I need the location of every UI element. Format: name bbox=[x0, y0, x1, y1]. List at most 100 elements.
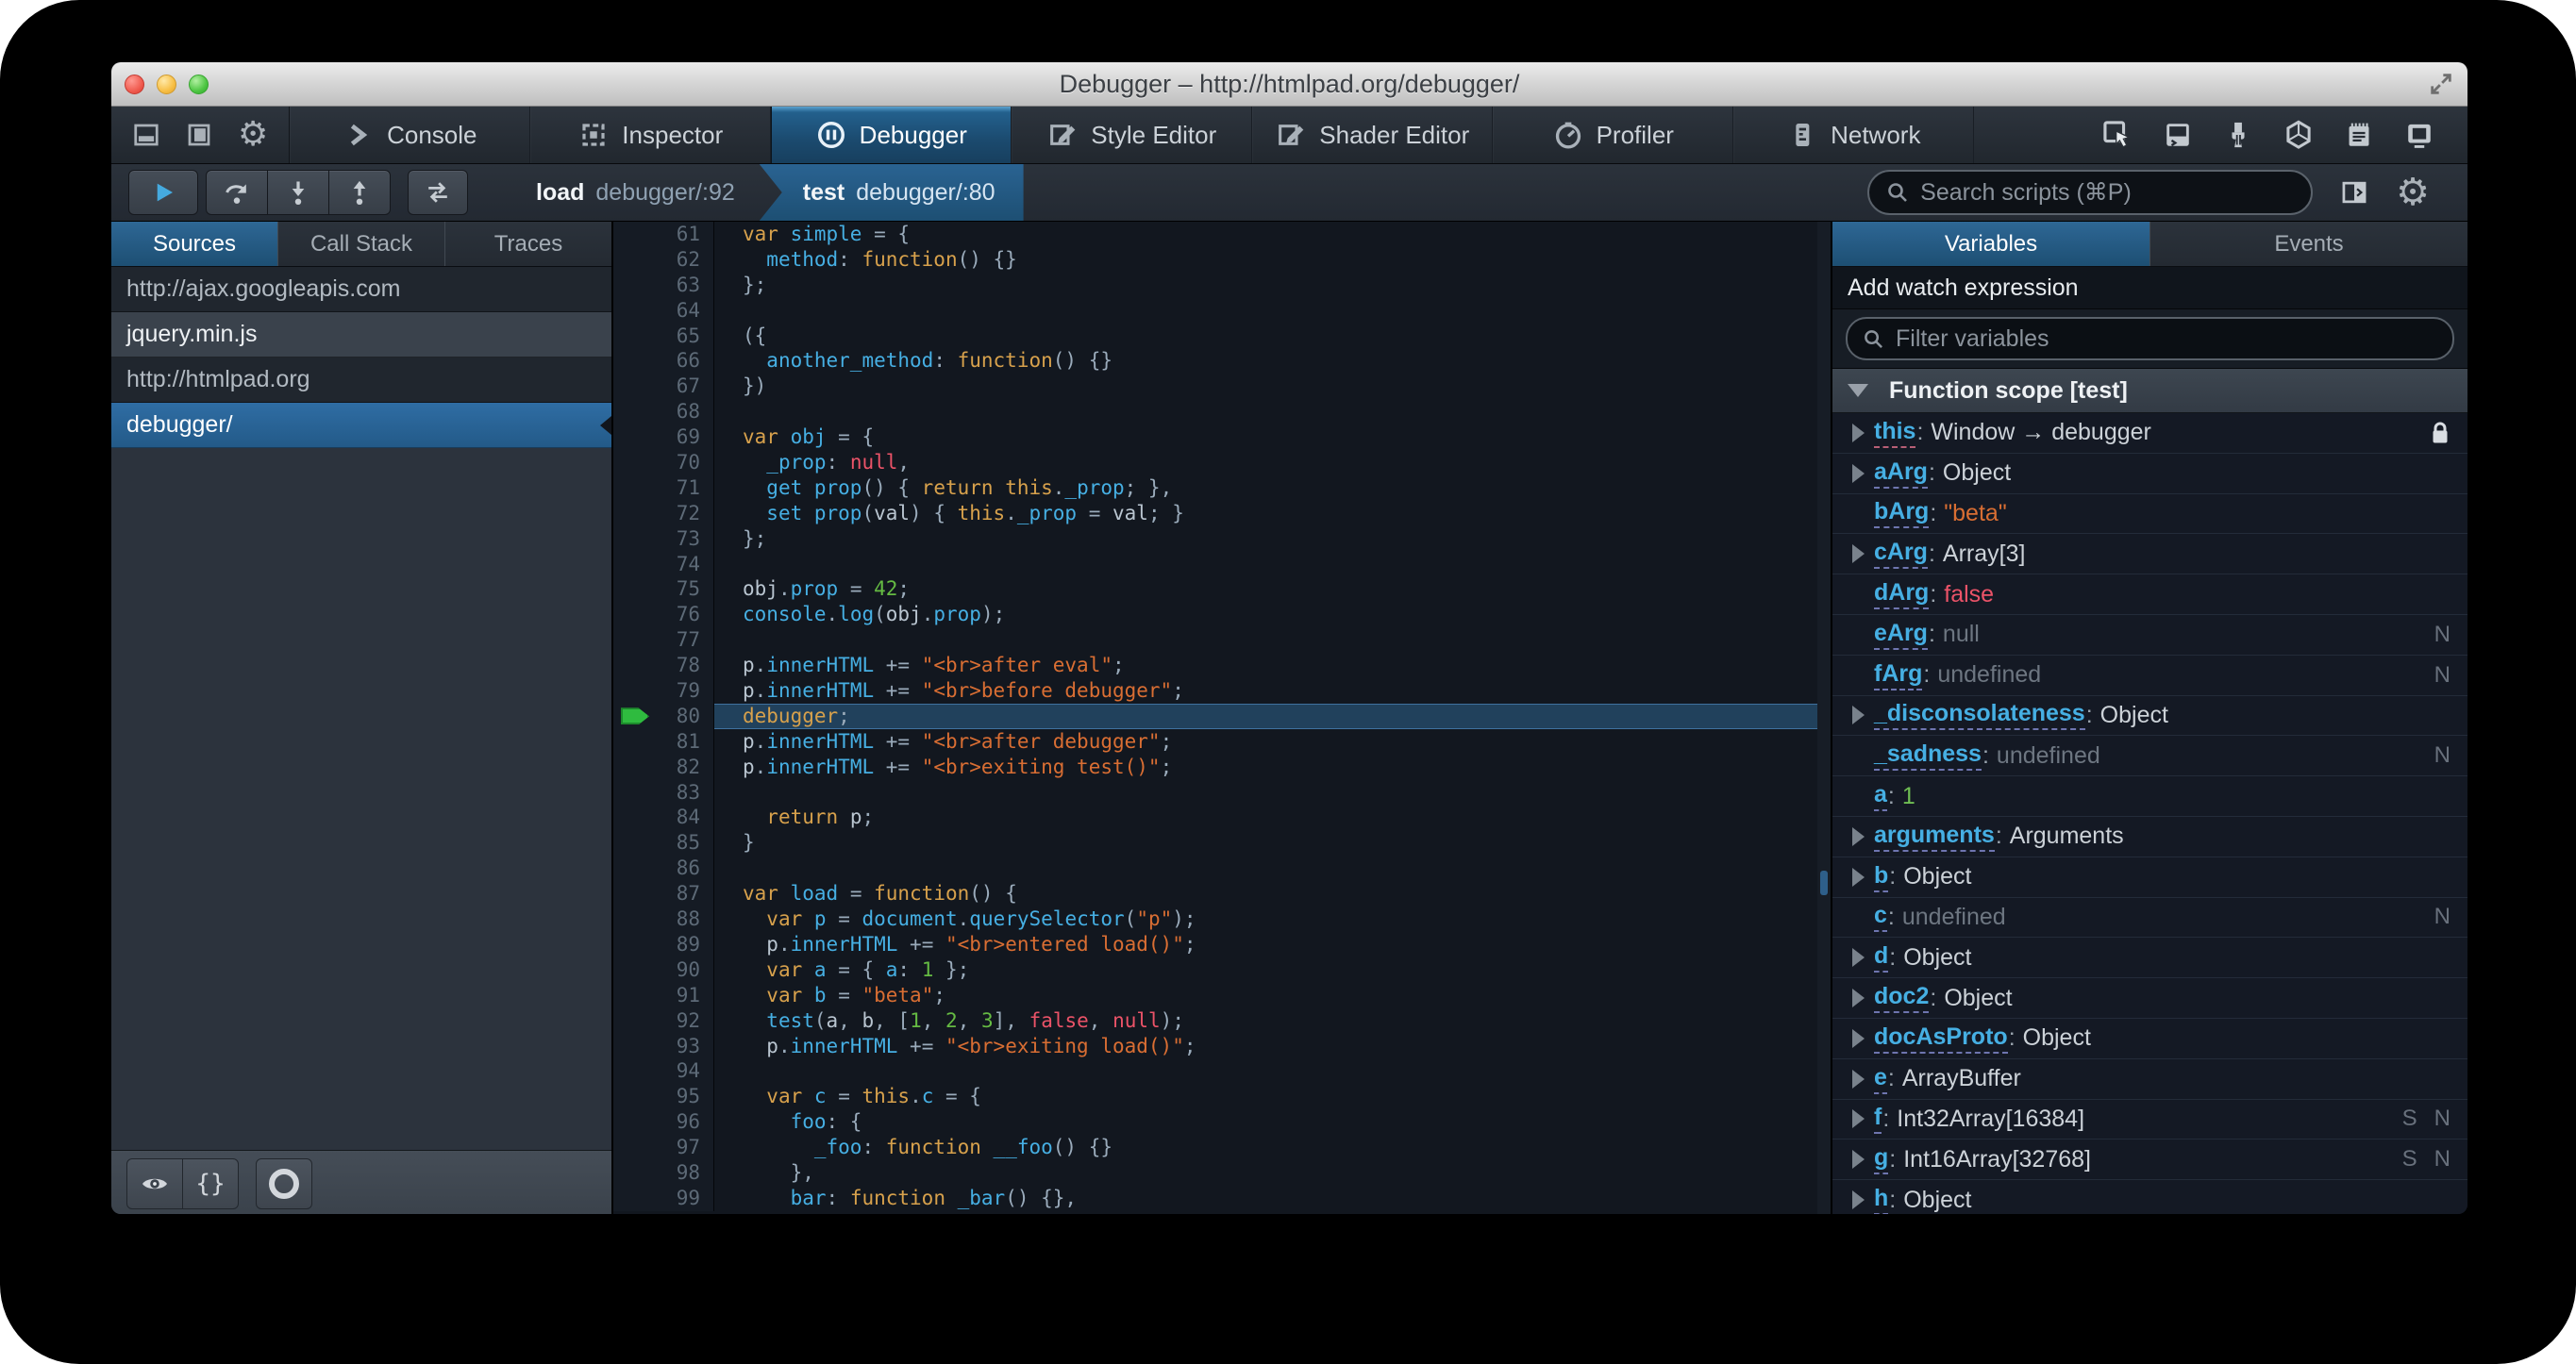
code-text[interactable]: }; bbox=[714, 273, 1831, 298]
code-text[interactable]: console.log(obj.prop); bbox=[714, 602, 1831, 627]
breadcrumb-frame[interactable]: test debugger/:80 bbox=[759, 164, 1024, 221]
variable-row[interactable]: bArg: "beta" bbox=[1832, 493, 2467, 535]
variable-row[interactable]: h: Object bbox=[1832, 1180, 2467, 1214]
pick-element-icon[interactable] bbox=[2101, 119, 2133, 151]
options-gear-icon[interactable]: ⚙ bbox=[238, 118, 268, 152]
line-number-gutter[interactable]: 65 bbox=[613, 323, 714, 349]
code-line[interactable]: 96 foo: { bbox=[613, 1109, 1831, 1136]
code-line[interactable]: 91 var b = "beta"; bbox=[613, 982, 1831, 1008]
variable-name[interactable]: f bbox=[1874, 1104, 1882, 1135]
line-number-gutter[interactable]: 83 bbox=[613, 779, 714, 806]
variable-name[interactable]: eArg bbox=[1874, 620, 1928, 650]
expander-arrow-icon[interactable] bbox=[1842, 544, 1874, 564]
code-text[interactable] bbox=[714, 552, 1831, 577]
sources-tab-sources[interactable]: Sources bbox=[111, 222, 277, 266]
code-line[interactable]: 98 }, bbox=[613, 1159, 1831, 1186]
line-number-gutter[interactable]: 69 bbox=[613, 424, 714, 451]
code-line[interactable]: 74 bbox=[613, 551, 1831, 577]
variable-row[interactable]: _sadness: undefined N bbox=[1832, 736, 2467, 777]
code-editor[interactable]: 61 var simple = {62 method: function() {}… bbox=[613, 222, 1831, 1214]
step-over-button[interactable] bbox=[206, 170, 268, 215]
variable-name[interactable]: _sadness bbox=[1874, 740, 1982, 772]
code-text[interactable]: var c = this.c = { bbox=[714, 1084, 1831, 1109]
fullscreen-icon[interactable] bbox=[2428, 71, 2454, 97]
code-text[interactable]: } bbox=[714, 830, 1831, 856]
variable-name[interactable]: docAsProto bbox=[1874, 1023, 2008, 1054]
line-number-gutter[interactable]: 85 bbox=[613, 830, 714, 857]
variable-name[interactable]: d bbox=[1874, 942, 1889, 973]
source-group-row[interactable]: http://htmlpad.org bbox=[111, 358, 611, 403]
expander-arrow-icon[interactable] bbox=[1842, 1109, 1874, 1129]
line-number-gutter[interactable]: 77 bbox=[613, 627, 714, 654]
line-number-gutter[interactable]: 98 bbox=[613, 1159, 714, 1186]
minimize-button[interactable] bbox=[157, 74, 176, 94]
variable-name[interactable]: this bbox=[1874, 418, 1916, 448]
code-line[interactable]: 93 p.innerHTML += "<br>exiting load()"; bbox=[613, 1033, 1831, 1059]
source-file-row[interactable]: jquery.min.js bbox=[111, 312, 611, 358]
code-line[interactable]: 65 ({ bbox=[613, 323, 1831, 349]
line-number-gutter[interactable]: 96 bbox=[613, 1109, 714, 1136]
line-number-gutter[interactable]: 87 bbox=[613, 881, 714, 907]
variable-row[interactable]: c: undefined N bbox=[1832, 897, 2467, 939]
sources-tab-traces[interactable]: Traces bbox=[444, 222, 611, 266]
code-line[interactable]: 89 p.innerHTML += "<br>entered load()"; bbox=[613, 931, 1831, 957]
variable-name[interactable]: c bbox=[1874, 902, 1887, 933]
dock-bottom-icon[interactable] bbox=[132, 121, 160, 149]
code-text[interactable]: }, bbox=[714, 1160, 1831, 1186]
variable-row[interactable]: aArg: Object bbox=[1832, 453, 2467, 494]
dock-side-icon[interactable] bbox=[185, 121, 213, 149]
code-text[interactable]: _foo: function __foo() {} bbox=[714, 1135, 1831, 1160]
line-number-gutter[interactable]: 99 bbox=[613, 1185, 714, 1211]
step-in-button[interactable] bbox=[268, 170, 329, 215]
line-number-gutter[interactable]: 72 bbox=[613, 500, 714, 526]
line-number-gutter[interactable]: 95 bbox=[613, 1084, 714, 1110]
code-line[interactable]: 62 method: function() {} bbox=[613, 246, 1831, 273]
line-number-gutter[interactable]: 89 bbox=[613, 931, 714, 957]
breadcrumb-frame[interactable]: load debugger/:92 bbox=[511, 164, 760, 221]
code-line[interactable]: 95 var c = this.c = { bbox=[613, 1084, 1831, 1110]
line-number-gutter[interactable]: 73 bbox=[613, 525, 714, 552]
split-console-icon[interactable] bbox=[2162, 119, 2194, 151]
variable-row[interactable]: a:1 bbox=[1832, 776, 2467, 817]
debug-paused-line[interactable]: 80 debugger; bbox=[613, 703, 1831, 729]
code-line[interactable]: 83 bbox=[613, 779, 1831, 806]
scratchpad-icon[interactable] bbox=[2343, 119, 2375, 151]
code-line[interactable]: 73}; bbox=[613, 525, 1831, 552]
code-text[interactable]: test(a, b, [1, 2, 3], false, null); bbox=[714, 1008, 1831, 1034]
line-number-gutter[interactable]: 63 bbox=[613, 272, 714, 298]
code-text[interactable]: p.innerHTML += "<br>after debugger"; bbox=[714, 729, 1831, 755]
code-line[interactable]: 61 var simple = { bbox=[613, 222, 1831, 247]
code-text[interactable] bbox=[714, 856, 1831, 881]
code-text[interactable]: var simple = { bbox=[714, 222, 1831, 247]
code-line[interactable]: 70 _prop: null, bbox=[613, 450, 1831, 475]
code-line[interactable]: 69 var obj = { bbox=[613, 424, 1831, 451]
code-text[interactable]: p.innerHTML += "<br>entered load()"; bbox=[714, 932, 1831, 957]
expander-arrow-icon[interactable] bbox=[1842, 867, 1874, 887]
line-number-gutter[interactable]: 84 bbox=[613, 805, 714, 831]
variable-row[interactable]: e: ArrayBuffer bbox=[1832, 1058, 2467, 1100]
sources-tab-call-stack[interactable]: Call Stack bbox=[277, 222, 444, 266]
code-line[interactable]: 85} bbox=[613, 830, 1831, 857]
code-text[interactable] bbox=[714, 627, 1831, 653]
variables-tab-variables[interactable]: Variables bbox=[1832, 222, 2149, 266]
code-line[interactable]: 99 bar: function _bar() {}, bbox=[613, 1185, 1831, 1211]
variable-row[interactable]: _disconsolateness: Object bbox=[1832, 695, 2467, 737]
source-group-row[interactable]: http://ajax.googleapis.com bbox=[111, 267, 611, 312]
line-number-gutter[interactable]: 93 bbox=[613, 1033, 714, 1059]
variable-row[interactable]: g: Int16Array[32768] S N bbox=[1832, 1139, 2467, 1181]
code-text[interactable]: return p; bbox=[714, 805, 1831, 830]
code-text[interactable]: var b = "beta"; bbox=[714, 983, 1831, 1008]
line-number-gutter[interactable]: 90 bbox=[613, 956, 714, 983]
code-text[interactable] bbox=[714, 780, 1831, 806]
expander-arrow-icon[interactable] bbox=[1842, 989, 1874, 1008]
line-number-gutter[interactable]: 68 bbox=[613, 399, 714, 425]
code-text[interactable]: var load = function() { bbox=[714, 881, 1831, 907]
close-button[interactable] bbox=[125, 74, 144, 94]
line-number-gutter[interactable]: 81 bbox=[613, 728, 714, 755]
code-text[interactable]: _prop: null, bbox=[714, 450, 1831, 475]
expander-arrow-icon[interactable] bbox=[1842, 1028, 1874, 1048]
code-text[interactable]: ({ bbox=[714, 324, 1831, 349]
variable-name[interactable]: g bbox=[1874, 1144, 1889, 1175]
expander-arrow-icon[interactable] bbox=[1842, 1069, 1874, 1089]
responsive-mode-icon[interactable] bbox=[2403, 119, 2435, 151]
